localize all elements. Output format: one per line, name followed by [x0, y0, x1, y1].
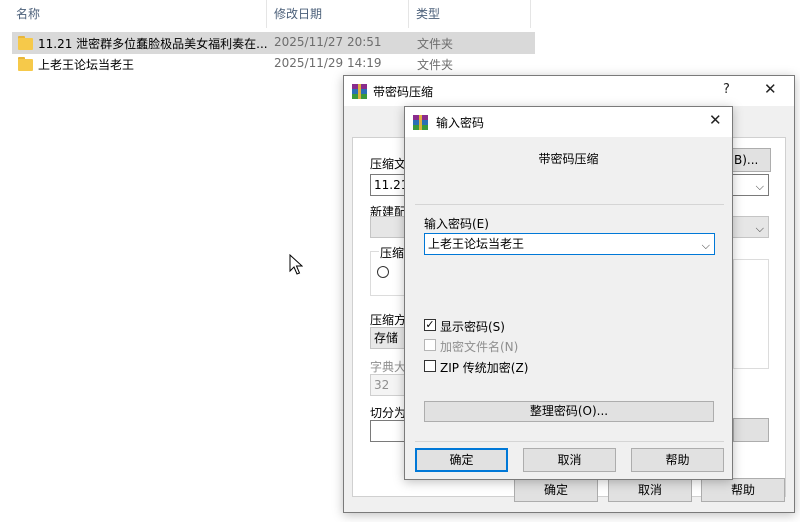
column-name[interactable]: 名称 — [16, 5, 40, 22]
help-icon[interactable]: ? — [723, 82, 730, 97]
file-name: 上老王论坛当老王 — [38, 58, 135, 72]
mouse-cursor-icon — [289, 254, 303, 275]
file-row[interactable]: 11.21 泄密群多位蠢脸极品美女福利奏在... 2025/11/27 20:5… — [12, 32, 535, 54]
column-date[interactable]: 修改日期 — [274, 5, 322, 22]
ok-button[interactable]: 确定 — [415, 448, 508, 472]
file-row[interactable]: 上老王论坛当老王 2025/11/29 14:19 文件夹 — [12, 53, 535, 75]
cancel-button[interactable]: 取消 — [523, 448, 616, 472]
checkbox-empty-icon — [424, 339, 436, 351]
ok-button[interactable]: 确定 — [514, 478, 598, 502]
column-header: ^ 名称 修改日期 类型 — [0, 0, 535, 28]
format-radio[interactable] — [377, 266, 389, 278]
checkbox-empty-icon — [424, 360, 436, 372]
sort-arrow-icon: ^ — [136, 0, 145, 7]
column-divider[interactable] — [408, 0, 409, 28]
organize-passwords-button[interactable]: 整理密码(O)... — [424, 401, 714, 422]
show-password-label: 显示密码(S) — [440, 320, 505, 334]
file-type: 文件夹 — [417, 58, 454, 72]
archive-dialog-titlebar[interactable]: 带密码压缩 ? ✕ — [344, 76, 794, 106]
file-date: 2025/11/27 20:51 — [274, 35, 382, 49]
password-field-label: 输入密码(E) — [424, 217, 489, 231]
method-label: 压缩方 — [370, 313, 407, 327]
column-divider[interactable] — [530, 0, 531, 28]
close-icon[interactable]: ✕ — [709, 111, 722, 129]
password-dialog-title: 输入密码 — [436, 116, 485, 130]
profile-dropdown[interactable]: ⌵ — [733, 216, 769, 238]
dictionary-label: 字典大 — [370, 360, 407, 374]
options-groupbox — [733, 259, 769, 369]
help-button[interactable]: 帮助 — [631, 448, 724, 472]
file-type: 文件夹 — [417, 37, 454, 51]
chevron-down-icon[interactable]: ⌵ — [702, 236, 710, 254]
password-input[interactable]: 上老王论坛当老王 ⌵ — [424, 233, 715, 255]
chevron-down-icon: ⌵ — [755, 180, 764, 193]
help-button[interactable]: 帮助 — [701, 478, 785, 502]
winrar-icon — [352, 84, 367, 99]
archive-name-dropdown[interactable]: ⌵ — [733, 174, 769, 196]
format-label: 压缩 — [379, 244, 406, 261]
browse-button[interactable]: B)... — [731, 148, 771, 172]
close-icon[interactable]: ✕ — [764, 80, 777, 98]
file-name: 11.21 泄密群多位蠢脸极品美女福利奏在... — [38, 37, 268, 51]
checkbox-checked-icon: ✓ — [424, 318, 436, 331]
winrar-icon — [413, 115, 428, 130]
folder-icon — [18, 57, 33, 71]
password-dialog-heading: 带密码压缩 — [538, 152, 599, 166]
chevron-down-icon: ⌵ — [755, 222, 764, 235]
password-dialog: 输入密码 ✕ 带密码压缩 输入密码(E) 上老王论坛当老王 ⌵ ✓ 显示密码(S… — [404, 106, 733, 480]
archive-name-label: 压缩文 — [370, 157, 407, 171]
zip-legacy-label: ZIP 传统加密(Z) — [440, 361, 529, 375]
column-type[interactable]: 类型 — [416, 5, 440, 22]
password-dialog-titlebar[interactable]: 输入密码 ✕ — [405, 107, 732, 137]
split-label: 切分为 — [370, 406, 407, 420]
set-password-button[interactable] — [733, 418, 769, 442]
password-value: 上老王论坛当老王 — [428, 237, 525, 251]
archive-dialog-title: 带密码压缩 — [373, 85, 434, 99]
cancel-button[interactable]: 取消 — [608, 478, 692, 502]
file-date: 2025/11/29 14:19 — [274, 56, 382, 70]
folder-icon — [18, 36, 33, 50]
column-divider[interactable] — [266, 0, 267, 28]
encrypt-filenames-label: 加密文件名(N) — [440, 340, 519, 354]
